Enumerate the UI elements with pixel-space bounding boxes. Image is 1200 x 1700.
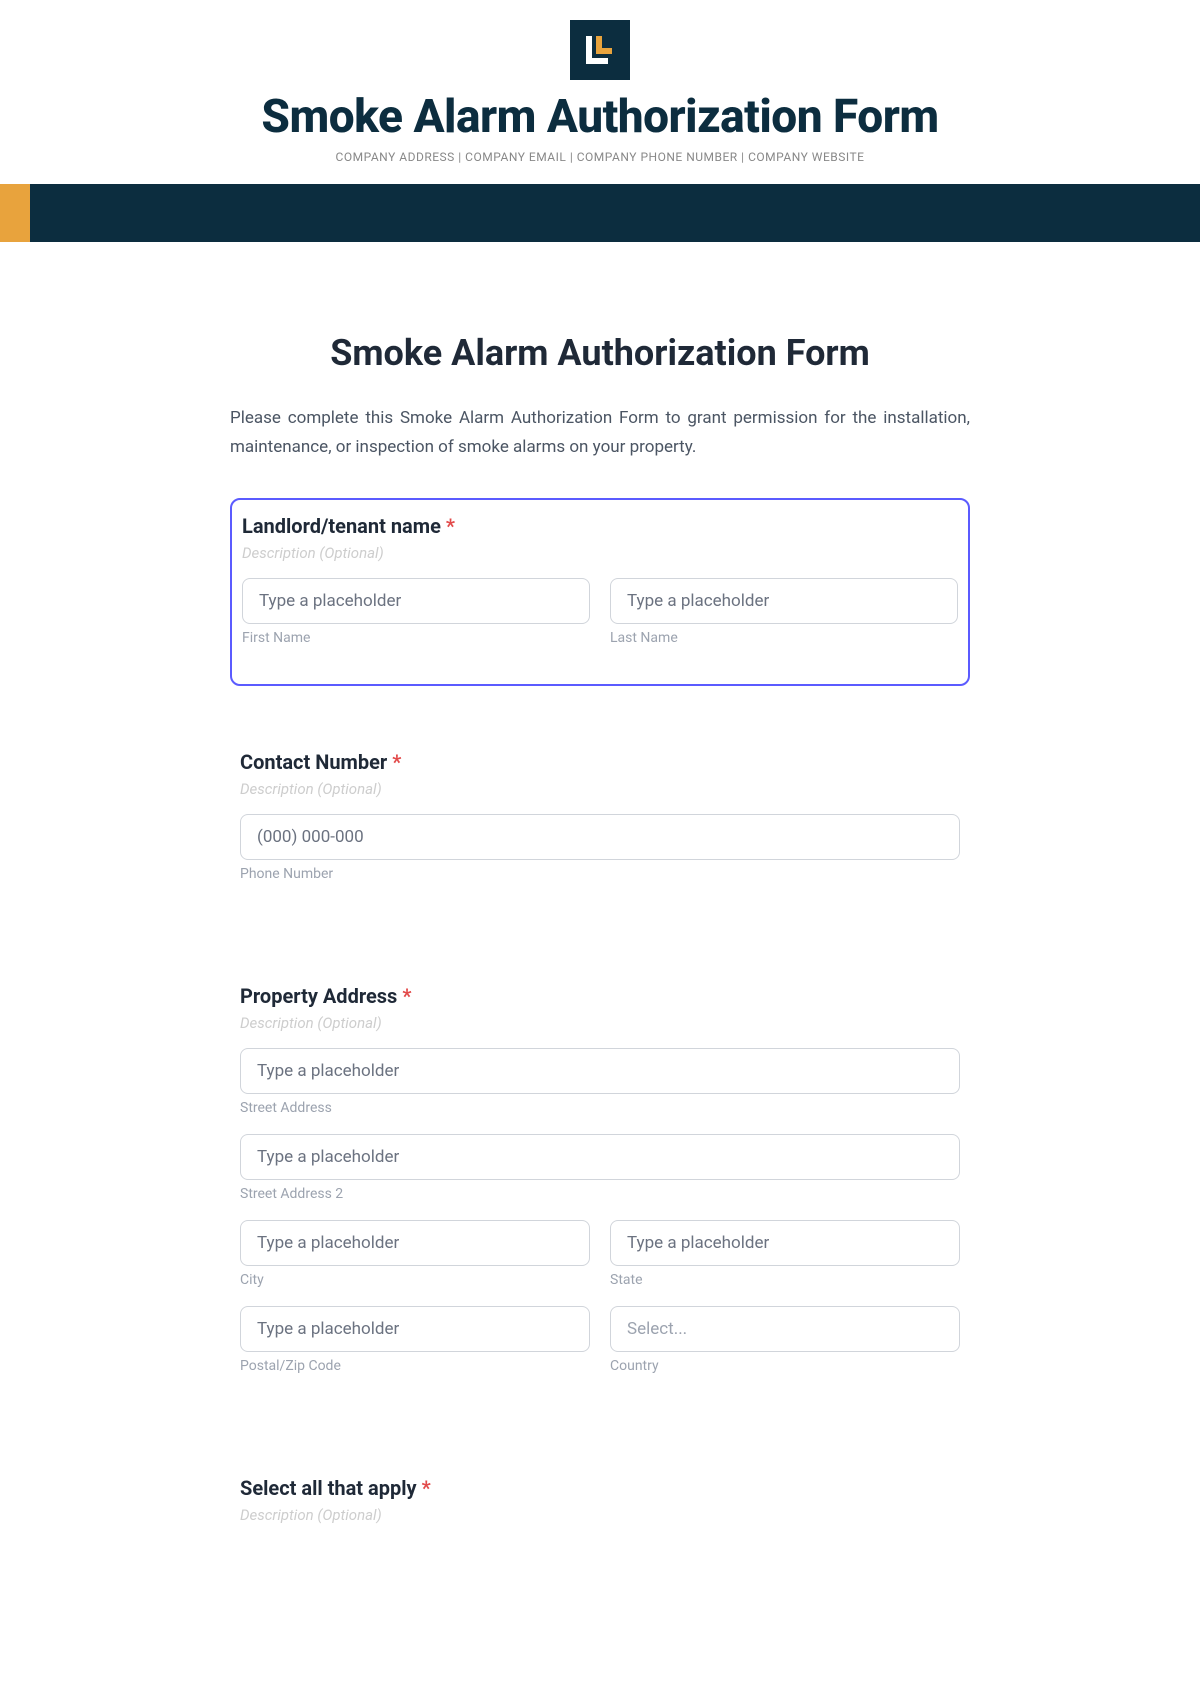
apply-desc: Description (Optional) [240,1506,960,1524]
apply-required: * [422,1476,431,1500]
country-placeholder: Select... [627,1319,687,1339]
address-title: Property Address * [240,984,960,1008]
name-title-text: Landlord/tenant name [242,514,441,538]
country-label: Country [610,1358,960,1374]
page-title: Smoke Alarm Authorization Form [230,332,970,374]
street2-label: Street Address 2 [240,1186,960,1202]
street-input[interactable] [240,1048,960,1094]
phone-label: Phone Number [240,866,960,882]
state-label: State [610,1272,960,1288]
contact-desc: Description (Optional) [240,780,960,798]
first-name-label: First Name [242,630,590,646]
banner [0,184,1200,242]
apply-title: Select all that apply * [240,1476,960,1500]
address-required: * [402,984,411,1008]
postal-label: Postal/Zip Code [240,1358,590,1374]
header: Smoke Alarm Authorization Form COMPANY A… [0,0,1200,164]
city-input[interactable] [240,1220,590,1266]
address-title-text: Property Address [240,984,397,1008]
apply-title-text: Select all that apply [240,1476,417,1500]
name-desc: Description (Optional) [242,544,958,562]
city-label: City [240,1272,590,1288]
postal-input[interactable] [240,1306,590,1352]
header-subtitle: COMPANY ADDRESS | COMPANY EMAIL | COMPAN… [0,150,1200,164]
name-title: Landlord/tenant name * [242,514,958,538]
section-name: Landlord/tenant name * Description (Opti… [230,498,970,686]
banner-accent [0,184,30,242]
logo-icon [582,32,618,68]
first-name-input[interactable] [242,578,590,624]
content: Smoke Alarm Authorization Form Please co… [190,332,1010,1560]
phone-input[interactable] [240,814,960,860]
state-input[interactable] [610,1220,960,1266]
name-required: * [446,514,455,538]
address-desc: Description (Optional) [240,1014,960,1032]
contact-title-text: Contact Number [240,750,387,774]
street2-input[interactable] [240,1134,960,1180]
section-contact: Contact Number * Description (Optional) … [230,736,970,920]
last-name-label: Last Name [610,630,958,646]
contact-title: Contact Number * [240,750,960,774]
last-name-input[interactable] [610,578,958,624]
country-select[interactable]: Select... [610,1306,960,1352]
logo [570,20,630,80]
section-address: Property Address * Description (Optional… [230,970,970,1412]
header-title: Smoke Alarm Authorization Form [0,90,1200,144]
contact-required: * [392,750,401,774]
section-apply: Select all that apply * Description (Opt… [230,1462,970,1560]
intro-text: Please complete this Smoke Alarm Authori… [230,404,970,462]
street-label: Street Address [240,1100,960,1116]
